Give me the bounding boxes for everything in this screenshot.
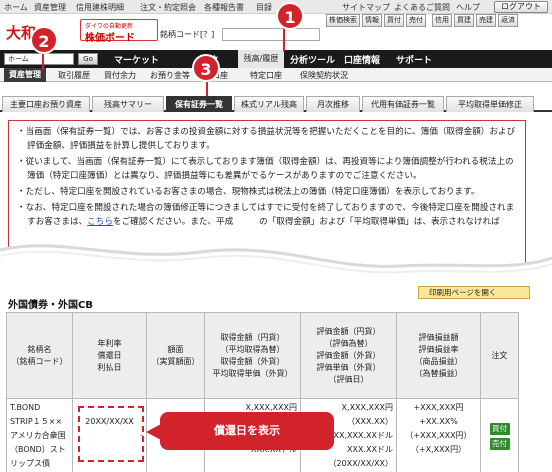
- step-badge-2: 2: [30, 26, 58, 54]
- buy-order-button[interactable]: 買付: [489, 422, 510, 435]
- tab-average-cost-fix[interactable]: 平均取得単価修正: [446, 96, 534, 112]
- subnav-trade-history[interactable]: 取引履歴: [58, 70, 90, 81]
- col-header-order: 注文: [480, 312, 519, 399]
- topbar-link-reports[interactable]: 各種報告書: [204, 2, 244, 13]
- topbar-link-catalog[interactable]: 目録: [256, 2, 272, 13]
- tab-collateral-list[interactable]: 代用有価証券一覧: [362, 96, 444, 112]
- col-header-rate: 年利率 償還日 利払日: [72, 312, 147, 399]
- tab-holdings-list[interactable]: 保有証券一覧: [166, 96, 232, 112]
- nav-analysis-tools[interactable]: 分析ツール: [290, 53, 335, 66]
- tab-monthly-trend[interactable]: 月次推移: [306, 96, 360, 112]
- col-header-name: 銘柄名 （銘柄コード）: [6, 312, 73, 399]
- nav-support[interactable]: サポート: [396, 53, 432, 66]
- sell-button[interactable]: 売付: [406, 14, 426, 27]
- subnav-buying-power[interactable]: 買付余力: [104, 70, 136, 81]
- code-label: 銘柄コード[？]: [160, 30, 215, 39]
- stock-code-input[interactable]: [222, 28, 320, 41]
- topbar-link-orders[interactable]: 注文・約定照会: [140, 2, 196, 13]
- col-header-cost: 取得金額（円貨） （平均取得為替） 取得金額（外貨） 平均取得単価（外貨）: [204, 312, 301, 399]
- stock-search-button[interactable]: 株価検索: [326, 14, 360, 27]
- col-header-pl: 評価損益額 評価損益率 （商品損益） （為替損益）: [396, 312, 481, 399]
- topbar-link-margin[interactable]: 信用建株明細: [76, 2, 124, 13]
- nav-holdings-history[interactable]: 残高/履歴: [238, 50, 284, 68]
- notice-paragraph-1: ・当画面（保有証券一覧）では、お客さまの投資金額に対する損益状況等を把握いただく…: [17, 127, 516, 151]
- quick-nav-select[interactable]: ホーム: [4, 53, 74, 65]
- step-badge-3: 3: [192, 54, 220, 82]
- margin-button[interactable]: 信用: [432, 14, 452, 27]
- holdings-tabs: 主要口座お預り資産 残高サマリー 保有証券一覧 株式リアル残高 月次推移 代用有…: [0, 94, 552, 112]
- section-title: 外国債券・外国CB: [8, 300, 93, 311]
- tab-balance-summary[interactable]: 残高サマリー: [92, 96, 164, 112]
- tab-major-account-assets[interactable]: 主要口座お預り資産: [2, 96, 90, 112]
- table-header-row: 銘柄名 （銘柄コード） 年利率 償還日 利払日 額面 （実質額面） 取得金額（円…: [6, 312, 519, 399]
- go-button[interactable]: Go: [78, 53, 98, 65]
- topbar-link-faq[interactable]: よくあるご質問: [394, 2, 450, 13]
- notice-paragraph-3: ・ただし、特定口座を開設されているお客さまの場合、現物株式は税法上の簿価（特定口…: [17, 187, 480, 197]
- topbar-link-assets[interactable]: 資産管理: [34, 2, 66, 13]
- stock-board-banner[interactable]: ダイワの自動更新 株価ボード: [80, 19, 158, 44]
- margin-sell-button[interactable]: 売建: [476, 14, 496, 27]
- subnav-specific-account[interactable]: 特定口座: [250, 70, 282, 81]
- topbar-link-help[interactable]: ヘルプ: [456, 2, 480, 13]
- callout-label: 償還日を表示: [160, 412, 334, 450]
- topbar-link-home[interactable]: ホーム: [4, 2, 28, 13]
- sub-nav: 資産管理 取引履歴 買付余力 お預り金等 口座 特定口座 保険契約状況: [0, 68, 552, 82]
- nav-market[interactable]: マーケット: [114, 53, 159, 66]
- sell-order-button[interactable]: 売付: [489, 437, 510, 450]
- profit-loss-cell: +XXX,XXX円 +XX.XX% （+XXX,XXX円） （+X,XXX円）: [396, 398, 481, 472]
- main-nav: ホーム Go マーケット 投信 残高/履歴 分析ツール 口座情報 サポート: [0, 50, 552, 68]
- here-link[interactable]: こちら: [87, 217, 113, 227]
- info-button[interactable]: 情報: [362, 14, 382, 27]
- tab-stock-realtime[interactable]: 株式リアル残高: [234, 96, 304, 112]
- col-header-eval: 評価金額（円貨） （評価為替） 評価金額（外貨） 評価単価（外貨） （評価日）: [300, 312, 397, 399]
- order-cell: 買付 売付: [480, 398, 519, 472]
- topbar-link-sitemap[interactable]: サイトマップ: [342, 2, 390, 13]
- step-badge-1: 1: [276, 2, 304, 30]
- notice-paragraph-4: ・なお、特定口座を開設された場合の簿価修正等につきましてはすでに受付を終了してお…: [17, 203, 515, 227]
- notice-paragraph-2: ・従いまして、当画面（保有証券一覧）にて表示しております簿価（取得金額）は、再投…: [17, 157, 514, 181]
- logout-button[interactable]: ログアウト: [494, 1, 548, 13]
- subnav-insurance[interactable]: 保険契約状況: [300, 70, 348, 81]
- margin-buy-button[interactable]: 買建: [454, 14, 474, 27]
- bond-name-cell[interactable]: T.BOND STRIP１５×× アメリカ合衆国 （BOND）スト リップス債: [6, 398, 73, 472]
- repay-button[interactable]: 返済: [498, 14, 518, 27]
- buy-button[interactable]: 買付: [384, 14, 404, 27]
- maturity-highlight-box: [78, 406, 144, 462]
- print-page-button[interactable]: 印刷用ページを開く: [418, 286, 530, 299]
- subnav-asset-management[interactable]: 資産管理: [4, 68, 46, 82]
- promo-title: 株価ボード: [85, 33, 135, 44]
- subnav-deposits[interactable]: お預り金等: [150, 70, 190, 81]
- callout-pointer: [146, 424, 161, 440]
- nav-account-info[interactable]: 口座情報: [344, 53, 380, 66]
- col-header-face: 額面 （実質額面）: [146, 312, 205, 399]
